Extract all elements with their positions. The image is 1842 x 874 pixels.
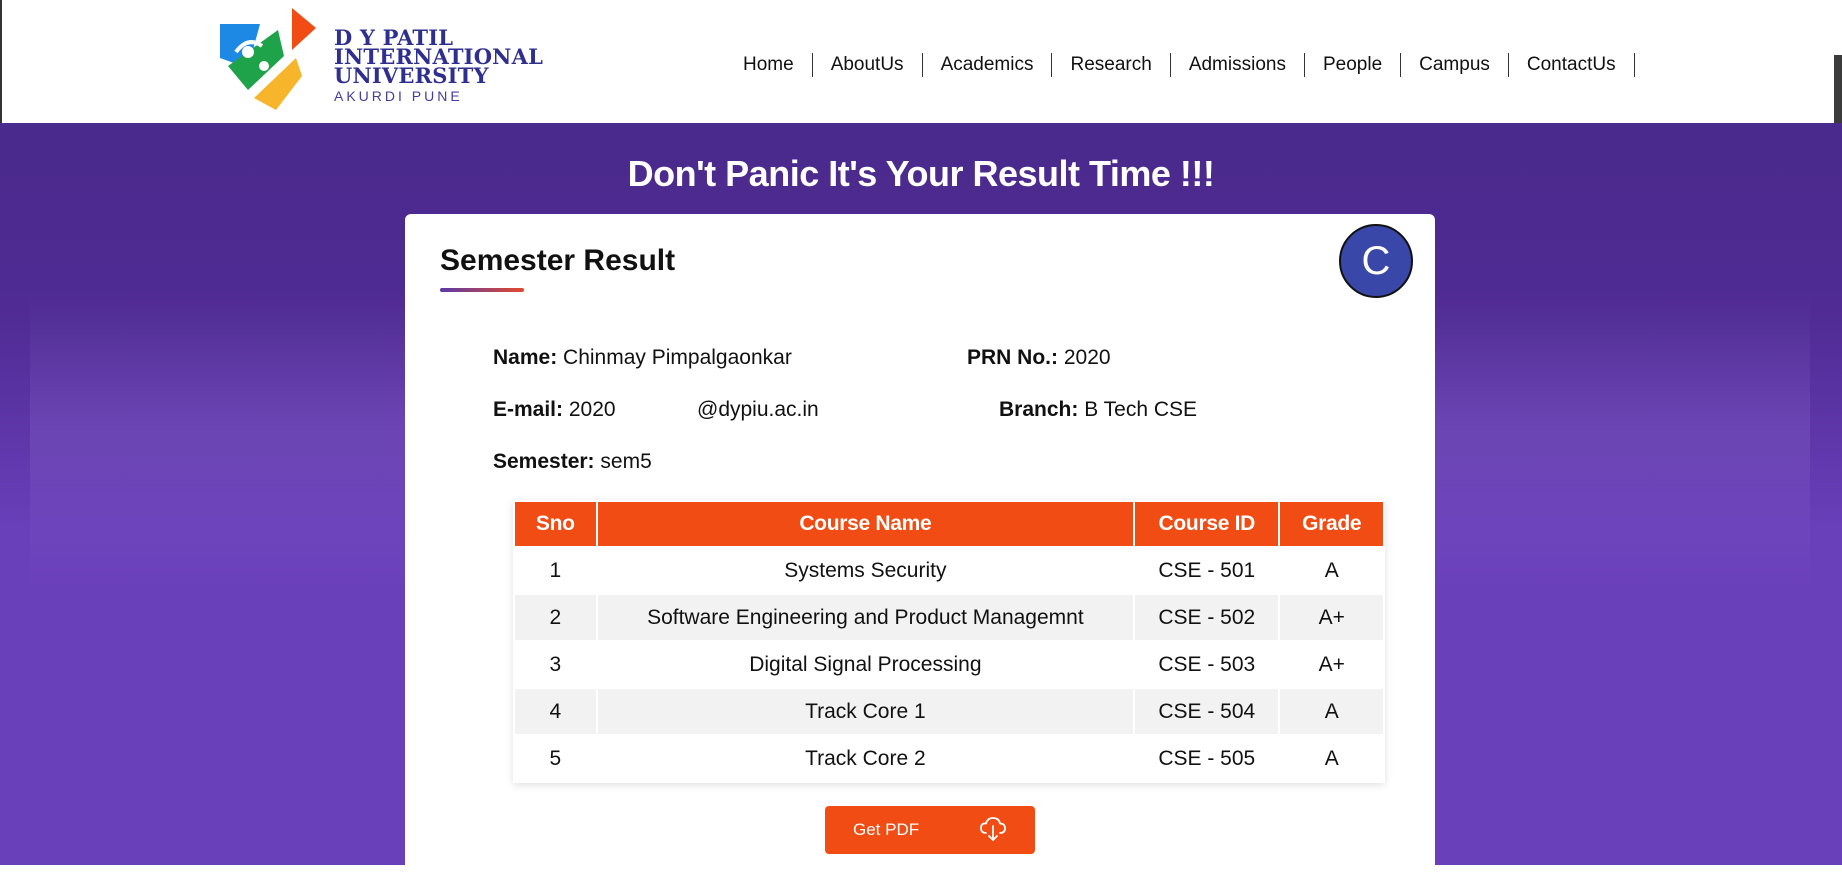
cell-course-id: CSE - 504 [1135,689,1279,734]
cell-course-id: CSE - 501 [1158,558,1256,582]
semester-value: sem5 [600,450,652,473]
result-card: Semester Result C Name: Chinmay Pimpalga… [405,214,1435,874]
hero-title: Don't Panic It's Your Result Time !!! [627,153,1215,194]
university-logo[interactable]: D Y PATIL INTERNATIONAL UNIVERSITY AKURD… [218,6,543,116]
header-sno: Sno [515,502,596,546]
cell-course-id: CSE - 503 [1158,652,1256,676]
cloud-download-icon [980,817,1006,841]
get-pdf-button[interactable]: Get PDF [825,806,1035,854]
cell-course-name: Track Core 2 [805,746,926,770]
nav-people[interactable]: People [1305,53,1402,77]
cell-course-name: Systems Security [784,558,947,582]
result-table: Sno Course Name Course ID Grade 1 System… [513,500,1385,783]
cell-grade: A+ [1318,652,1345,676]
nav-research[interactable]: Research [1052,53,1171,77]
nav-admissions[interactable]: Admissions [1171,53,1305,77]
nav-contactus[interactable]: ContactUs [1509,53,1635,77]
logo-wordmark: D Y PATIL INTERNATIONAL UNIVERSITY AKURD… [334,27,543,104]
prn-label: PRN No.: [967,346,1058,369]
avatar-letter: C [1361,238,1391,283]
header-grade: Grade [1280,502,1383,546]
cell-course-name: Digital Signal Processing [749,652,982,676]
cell-sno: 4 [515,689,596,734]
student-name: Name: Chinmay Pimpalgaonkar [493,346,792,370]
nav-home[interactable]: Home [727,53,813,77]
name-label: Name: [493,346,558,369]
email-value-domain: @dypiu.ac.in [697,398,819,421]
site-header: D Y PATIL INTERNATIONAL UNIVERSITY AKURD… [0,0,1842,123]
branch-label: Branch: [999,398,1079,421]
cell-grade: A [1324,746,1339,770]
header-course-name: Course Name [597,502,1134,546]
logo-subtitle: AKURDI PUNE [334,88,463,104]
get-pdf-label: Get PDF [853,820,920,839]
semester-label: Semester: [493,450,595,473]
avatar[interactable]: C [1339,224,1413,298]
nav-campus[interactable]: Campus [1401,53,1509,77]
name-value: Chinmay Pimpalgaonkar [563,346,792,369]
email-label: E-mail: [493,398,564,421]
cell-course-name: Software Engineering and Product Managem… [597,595,1134,640]
table-row: 1 Systems Security CSE - 501 A [515,548,1383,593]
student-semester: Semester: sem5 [493,450,652,474]
cell-grade: A [1280,689,1383,734]
cell-sno: 3 [549,652,562,676]
card-title: Semester Result [440,244,676,277]
table-row: 5 Track Core 2 CSE - 505 A [515,736,1383,781]
student-email-domain: @dypiu.ac.in [697,398,819,422]
student-prn: PRN No.: 2020 [967,346,1111,370]
main-nav: Home AboutUs Academics Research Admissio… [727,52,1635,78]
cell-course-id: CSE - 505 [1158,746,1256,770]
student-branch: Branch: B Tech CSE [999,398,1197,422]
table-row: 2 Software Engineering and Product Manag… [515,595,1383,640]
table-row: 3 Digital Signal Processing CSE - 503 A+ [515,642,1383,687]
cell-course-name: Track Core 1 [597,689,1134,734]
cell-sno: 5 [549,746,562,770]
cell-grade: A [1324,558,1339,582]
cell-sno: 1 [549,558,562,582]
header-course-id: Course ID [1135,502,1279,546]
university-logo-icon [220,8,316,110]
prn-value: 2020 [1063,346,1111,369]
table-row: 4 Track Core 1 CSE - 504 A [515,689,1383,734]
title-underline [440,288,524,292]
cell-course-id: CSE - 502 [1135,595,1279,640]
cell-sno: 2 [515,595,596,640]
nav-aboutus[interactable]: AboutUs [813,53,923,77]
student-email: E-mail: 2020 [493,398,616,422]
table-header-row: Sno Course Name Course ID Grade [515,502,1383,546]
branch-value: B Tech CSE [1084,398,1198,421]
cell-grade: A+ [1280,595,1383,640]
email-value-prefix: 2020 [568,398,616,421]
nav-academics[interactable]: Academics [923,53,1053,77]
